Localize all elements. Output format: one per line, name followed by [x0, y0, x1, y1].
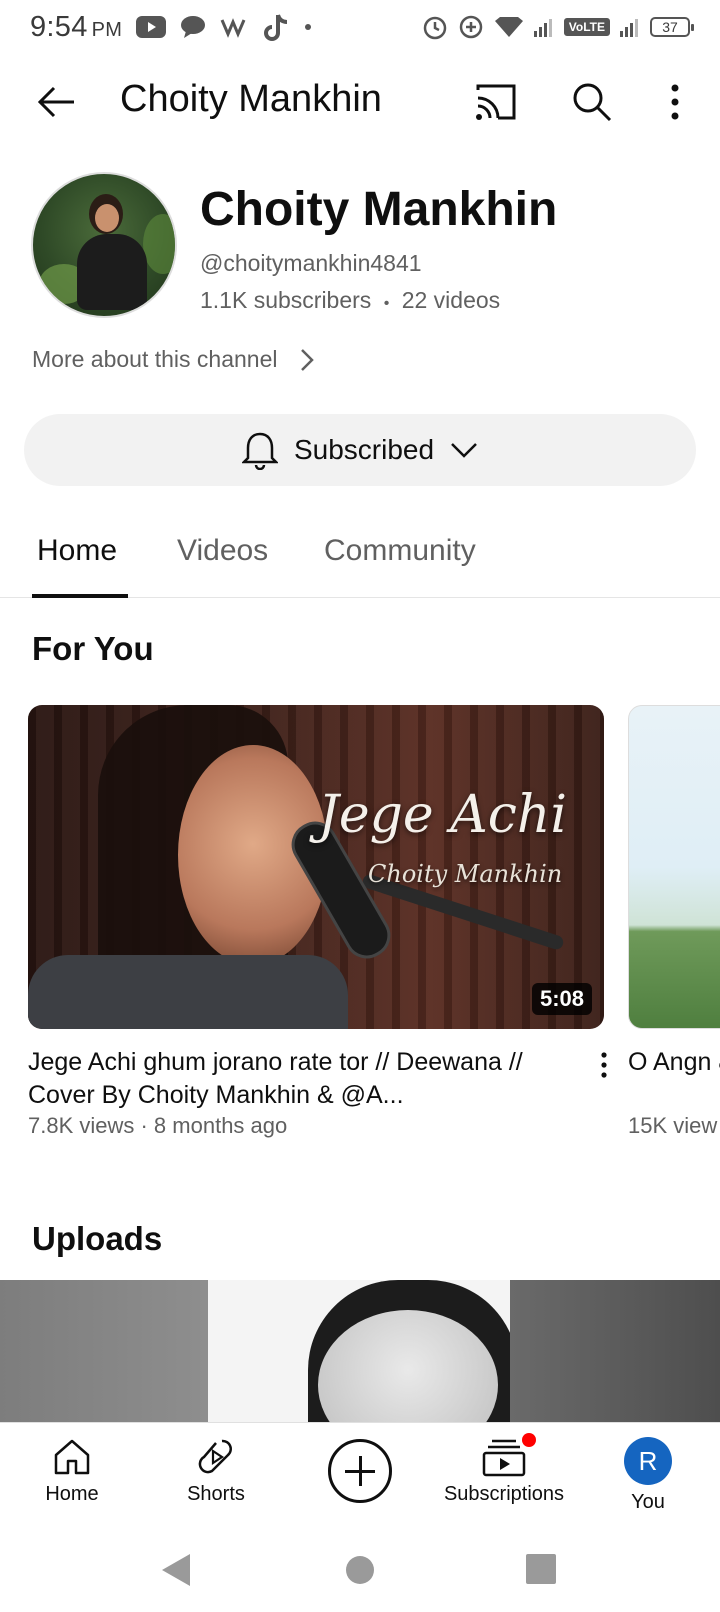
tiktok-icon [264, 14, 288, 41]
youtube-notification-icon [136, 16, 167, 38]
more-about-channel-link[interactable]: More about this channel [32, 346, 318, 373]
nav-shorts[interactable]: Shorts [146, 1437, 286, 1506]
create-icon[interactable] [328, 1439, 392, 1503]
nav-subscriptions[interactable]: Subscriptions [434, 1433, 574, 1506]
data-saver-icon [459, 15, 483, 39]
video-thumbnail-2[interactable] [628, 705, 720, 1029]
home-icon [54, 1439, 90, 1475]
video-meta: 7.8K views · 8 months ago [28, 1113, 288, 1138]
upload-thumb-right [510, 1280, 720, 1422]
uploads-heading: Uploads [32, 1220, 163, 1257]
upload-thumb-center [208, 1280, 518, 1422]
upload-thumb-left [0, 1280, 208, 1422]
active-tab-indicator [32, 594, 128, 598]
thumbnail-shirt [28, 955, 348, 1029]
app-bar-title: Choity Mankhin [120, 78, 382, 120]
status-time: 9:54 PM [30, 10, 123, 43]
wifi-icon [494, 17, 523, 37]
thumbnail-overlay-title: Jege Achi [318, 785, 568, 845]
dot-icon [305, 24, 312, 30]
system-home-icon[interactable] [346, 1556, 374, 1584]
status-bar: 9:54 PM VoLTE 37 [0, 0, 720, 54]
subscriber-count: 1.1K subscribers [200, 287, 372, 313]
tab-videos[interactable]: Videos [177, 534, 268, 568]
system-back-icon[interactable] [162, 1554, 190, 1586]
cast-icon[interactable] [474, 82, 518, 122]
stats-separator: • [383, 295, 390, 312]
bell-icon [241, 432, 278, 470]
back-arrow-icon[interactable] [34, 80, 78, 124]
video-title-2[interactable]: O Angn &Jemi I [628, 1046, 720, 1079]
tab-home[interactable]: Home [37, 534, 117, 568]
channel-name: Choity Mankhin [200, 183, 558, 236]
channel-tabs: Home Videos Community [0, 520, 720, 598]
channel-avatar[interactable] [31, 172, 177, 318]
nav-you-label: You [631, 1491, 665, 1513]
signal-icon-2 [620, 19, 638, 37]
thumbnail-overlay-subtitle: Choity Mankhin [368, 860, 563, 888]
channel-stats: 1.1K subscribers • 22 videos [200, 287, 500, 314]
for-you-heading: For You [32, 630, 154, 667]
nav-shorts-label: Shorts [187, 1483, 245, 1505]
nav-home-label: Home [45, 1483, 99, 1505]
uploads-thumbnail[interactable] [0, 1280, 720, 1422]
top-app-bar: Choity Mankhin [0, 62, 720, 142]
avatar-person-body [77, 234, 147, 310]
shorts-icon [198, 1439, 232, 1474]
video-title[interactable]: Jege Achi ghum jorano rate tor // Deewan… [28, 1046, 578, 1112]
bottom-navigation: Home Shorts Subscriptions R You [0, 1422, 720, 1532]
tab-community[interactable]: Community [324, 534, 476, 568]
search-icon[interactable] [570, 80, 614, 124]
video-duration-badge: 5:08 [531, 983, 592, 1015]
alarm-icon [423, 16, 447, 40]
video-meta-2: 15K view [628, 1113, 718, 1138]
account-avatar: R [624, 1437, 672, 1485]
system-navigation-bar [0, 1532, 720, 1612]
video-more-icon[interactable] [594, 1050, 614, 1080]
app-logo-icon [220, 18, 246, 38]
avatar-foliage [143, 214, 175, 274]
nav-home[interactable]: Home [2, 1437, 142, 1506]
subscribed-button[interactable]: Subscribed [24, 414, 696, 486]
nav-you[interactable]: R You [578, 1437, 718, 1514]
chat-bubble-icon [181, 16, 206, 38]
avatar-person-face [95, 204, 119, 232]
more-about-label: More about this channel [32, 346, 278, 372]
more-vert-icon[interactable] [660, 80, 690, 124]
subscriptions-icon [482, 1439, 526, 1477]
battery-indicator: 37 [650, 17, 694, 37]
chevron-down-icon [451, 443, 477, 458]
system-recents-icon[interactable] [526, 1554, 556, 1584]
subscribed-label: Subscribed [293, 434, 435, 465]
system-status-icons: VoLTE 37 [422, 14, 694, 40]
channel-handle: @choitymankhin4841 [200, 250, 422, 276]
signal-icon [533, 19, 552, 37]
notification-icons [136, 13, 312, 41]
video-thumbnail[interactable]: Jege Achi Choity Mankhin 5:08 [28, 705, 604, 1029]
nav-subscriptions-label: Subscriptions [443, 1483, 565, 1505]
notification-dot [522, 1433, 536, 1447]
chevron-right-icon [300, 348, 314, 371]
video-count: 22 videos [401, 287, 501, 313]
volte-badge: VoLTE [563, 18, 610, 36]
